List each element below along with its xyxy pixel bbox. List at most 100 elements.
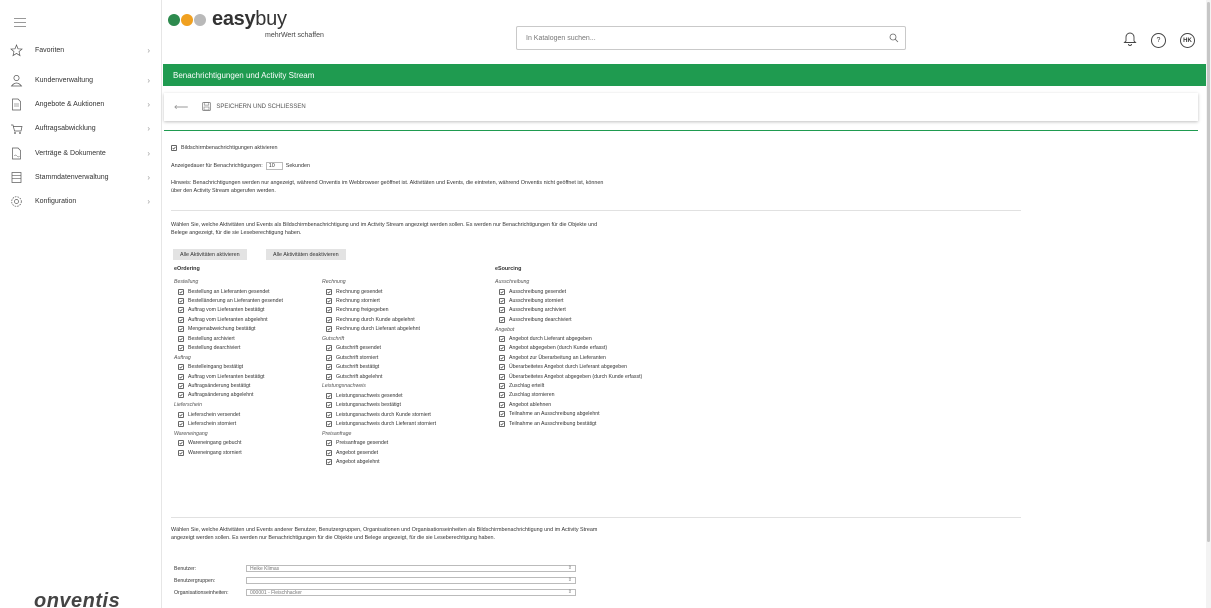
spinner-icon[interactable]: ⇕ <box>568 577 572 583</box>
activity-checkbox[interactable] <box>178 364 184 371</box>
activity-checkbox[interactable] <box>326 345 332 352</box>
activity-checkbox[interactable] <box>326 307 332 314</box>
activity-checkbox[interactable] <box>499 345 505 352</box>
disable-all-button[interactable]: Alle Aktivitäten deaktivieren <box>266 249 346 260</box>
activity-option[interactable]: Überarbeitetes Angebot durch Lieferant a… <box>499 364 627 371</box>
activity-option[interactable]: Angebot ablehnen <box>499 401 551 408</box>
activity-checkbox[interactable] <box>499 354 505 361</box>
activity-option[interactable]: Rechnung durch Kunde abgelehnt <box>326 316 415 323</box>
activity-option[interactable]: Auftrag vom Lieferanten bestätigt <box>178 373 264 380</box>
search-icon[interactable] <box>883 33 905 43</box>
activity-checkbox[interactable] <box>326 297 332 304</box>
activity-option[interactable]: Rechnung storniert <box>326 297 380 304</box>
activity-checkbox[interactable] <box>326 411 332 418</box>
activity-option[interactable]: Preisanfrage gesendet <box>326 440 388 447</box>
menu-icon[interactable] <box>14 18 26 30</box>
activity-option[interactable]: Rechnung freigegeben <box>326 307 389 314</box>
back-arrow-icon[interactable]: ⟵ <box>174 102 188 113</box>
activity-checkbox[interactable] <box>178 373 184 380</box>
activity-option[interactable]: Leistungsnachweis bestätigt <box>326 402 401 409</box>
filter-select[interactable]: ⇕ <box>246 577 576 584</box>
activity-option[interactable]: Zuschlag stornieren <box>499 392 555 399</box>
activity-checkbox[interactable] <box>178 297 184 304</box>
search-input[interactable] <box>517 34 883 42</box>
activity-option[interactable]: Bestellung dearchiviert <box>178 344 240 351</box>
activity-checkbox[interactable] <box>178 440 184 447</box>
activity-checkbox[interactable] <box>326 288 332 295</box>
activity-checkbox[interactable] <box>499 307 505 314</box>
activity-checkbox[interactable] <box>178 344 184 351</box>
activity-option[interactable]: Angebot abgegeben (durch Kunde erfasst) <box>499 345 607 352</box>
save-and-close-button[interactable]: SPEICHERN UND SCHLIESSEN <box>202 101 306 113</box>
activity-option[interactable]: Bestellung an Lieferanten gesendet <box>178 288 270 295</box>
activity-option[interactable]: Teilnahme an Ausschreibung bestätigt <box>499 420 596 427</box>
sidebar-item-stammdatenverwaltung[interactable]: Stammdatenverwaltung › <box>0 165 162 189</box>
activity-option[interactable]: Wareneingang gebucht <box>178 440 241 447</box>
activity-checkbox[interactable] <box>499 364 505 371</box>
activity-checkbox[interactable] <box>178 335 184 342</box>
activity-option[interactable]: Leistungsnachweis durch Lieferant storni… <box>326 421 436 428</box>
activity-option[interactable]: Auftrag vom Lieferanten bestätigt <box>178 307 264 314</box>
activity-checkbox[interactable] <box>178 288 184 295</box>
sidebar-item-kundenverwaltung[interactable]: Kundenverwaltung › <box>0 68 162 92</box>
activity-option[interactable]: Gutschrift gesendet <box>326 345 381 352</box>
activity-option[interactable]: Rechnung gesendet <box>326 288 382 295</box>
activity-option[interactable]: Gutschrift bestätigt <box>326 364 379 371</box>
activity-option[interactable]: Gutschrift abgelehnt <box>326 373 382 380</box>
activity-option[interactable]: Bestellung archiviert <box>178 335 235 342</box>
activity-option[interactable]: Angebot abgelehnt <box>326 459 380 466</box>
activity-option[interactable]: Bestelländerung an Lieferanten gesendet <box>178 297 283 304</box>
spinner-icon[interactable]: ⇕ <box>568 589 572 595</box>
activity-option[interactable]: Ausschreibung gesendet <box>499 288 566 295</box>
duration-input[interactable]: 10 <box>265 162 283 170</box>
help-icon[interactable]: ? <box>1151 33 1166 48</box>
activity-option[interactable]: Auftrag vom Lieferanten abgelehnt <box>178 316 268 323</box>
bell-icon[interactable] <box>1123 30 1137 51</box>
activity-checkbox[interactable] <box>178 449 184 456</box>
scrollbar[interactable] <box>1206 0 1211 608</box>
activity-checkbox[interactable] <box>499 373 505 380</box>
activity-option[interactable]: Lieferschein versendet <box>178 411 240 418</box>
activity-checkbox[interactable] <box>326 421 332 428</box>
activity-checkbox[interactable] <box>178 383 184 389</box>
activity-checkbox[interactable] <box>178 421 184 428</box>
activity-checkbox[interactable] <box>326 449 332 456</box>
sidebar-item-angebote-auktionen[interactable]: Angebote & Auktionen › <box>0 92 162 116</box>
activity-option[interactable]: Leistungsnachweis gesendet <box>326 392 403 399</box>
activity-option[interactable]: Ausschreibung archiviert <box>499 307 566 314</box>
activity-option[interactable]: Bestelleingang bestätigt <box>178 364 243 371</box>
catalog-search[interactable] <box>516 26 906 50</box>
activity-option[interactable]: Gutschrift storniert <box>326 354 378 361</box>
activity-option[interactable]: Zuschlag erteilt <box>499 383 544 389</box>
easybuy-logo[interactable]: easybuy <box>168 8 287 31</box>
sidebar-item-auftragsabwicklung[interactable]: Auftragsabwicklung › <box>0 116 162 140</box>
activity-checkbox[interactable] <box>178 326 184 333</box>
activity-checkbox[interactable] <box>326 459 332 466</box>
activity-checkbox[interactable] <box>326 440 332 447</box>
activity-checkbox[interactable] <box>499 383 505 389</box>
user-avatar[interactable]: HK <box>1180 33 1195 48</box>
activity-option[interactable]: Leistungsnachweis durch Kunde storniert <box>326 411 431 418</box>
activity-option[interactable]: Auftragsänderung abgelehnt <box>178 392 253 399</box>
activity-option[interactable]: Auftragsänderung bestätigt <box>178 383 250 389</box>
filter-select[interactable]: 000001 - Fleischhacker ⇕ <box>246 589 576 596</box>
scrollbar-thumb[interactable] <box>1207 2 1210 542</box>
activity-checkbox[interactable] <box>326 316 332 323</box>
activity-checkbox[interactable] <box>499 401 505 408</box>
activity-checkbox[interactable] <box>326 402 332 409</box>
screen-notifications-checkbox[interactable] <box>171 145 177 151</box>
activity-checkbox[interactable] <box>326 373 332 380</box>
activity-option[interactable]: Rechnung durch Lieferant abgelehnt <box>326 326 420 333</box>
activity-option[interactable]: Lieferschein storniert <box>178 421 236 428</box>
sidebar-item-vertraege-dokumente[interactable]: Verträge & Dokumente › <box>0 141 162 165</box>
activity-checkbox[interactable] <box>499 392 505 399</box>
activity-checkbox[interactable] <box>499 411 505 418</box>
activity-checkbox[interactable] <box>499 336 505 342</box>
sidebar-item-favoriten[interactable]: Favoriten › <box>0 38 162 62</box>
enable-all-button[interactable]: Alle Aktivitäten aktivieren <box>173 249 247 260</box>
sidebar-item-konfiguration[interactable]: Konfiguration › <box>0 189 162 213</box>
activity-option[interactable]: Mengenabweichung bestätigt <box>178 326 256 333</box>
activity-option[interactable]: Ausschreibung storniert <box>499 297 564 304</box>
filter-select[interactable]: Heike Klimas ⇕ <box>246 565 576 572</box>
activity-checkbox[interactable] <box>178 392 184 399</box>
